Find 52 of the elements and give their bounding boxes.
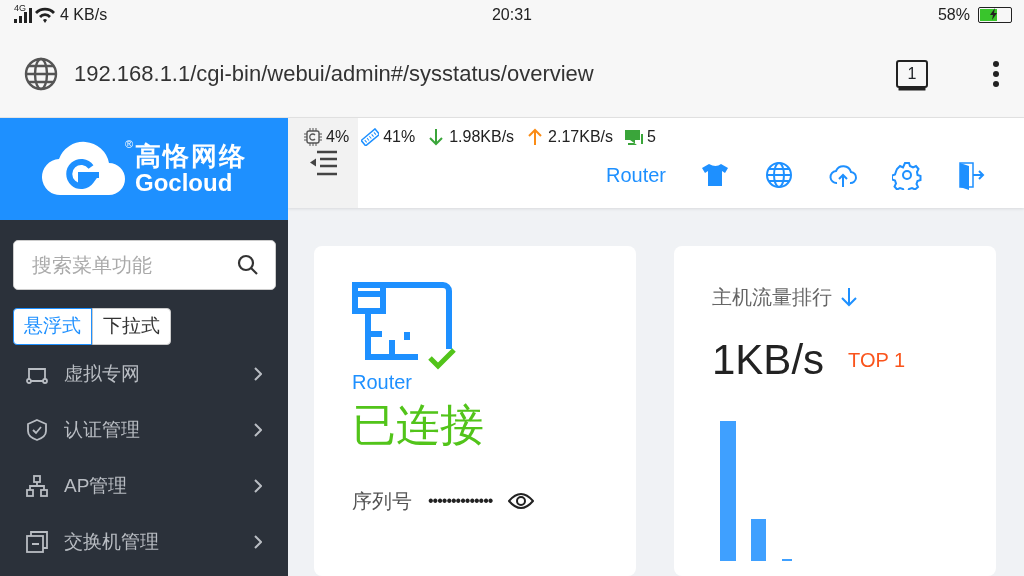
stat-value: 2.17KB/s [548, 127, 614, 147]
brand-name: Gocloud [135, 170, 234, 197]
chevron-right-icon [254, 535, 262, 549]
rank-label: TOP 1 [848, 347, 906, 373]
search-bar[interactable]: 搜索菜单功能 [13, 240, 276, 290]
menu-style-tab[interactable]: 下拉式 [92, 308, 171, 345]
stat-value: 4% [326, 127, 350, 147]
serial-label: 序列号 [352, 489, 412, 514]
traffic-value: 1KB/s [712, 335, 825, 385]
more-menu-icon[interactable] [992, 60, 1000, 87]
eye-icon[interactable] [508, 492, 535, 510]
serial-value: •••••••••••••• [428, 491, 493, 511]
menu-collapse-icon[interactable] [308, 150, 338, 176]
shield-check-icon [26, 419, 48, 441]
device-type: Router [352, 372, 414, 392]
registered-mark: ® [125, 136, 134, 152]
wifi-icon [34, 6, 56, 24]
clock: 20:31 [491, 5, 532, 25]
connection-status: 已连接 [352, 399, 485, 451]
down-arrow-icon[interactable] [840, 287, 858, 307]
exit-door-icon[interactable] [956, 160, 986, 190]
cpu-chip-icon [304, 128, 322, 146]
battery-percent: 58% [937, 5, 970, 25]
card-title: 主机流量排行 [712, 285, 832, 310]
cellular-signal-icon [12, 6, 34, 24]
globe-icon[interactable] [764, 160, 794, 190]
search-icon[interactable] [237, 254, 259, 276]
network-speed: 4 KB/s [60, 5, 108, 25]
sidebar-item[interactable]: 虚拟专网 [0, 346, 288, 402]
memory-stick-icon [361, 128, 380, 146]
sidebar-item[interactable]: 交换机管理 [0, 514, 288, 570]
switch-box-icon [26, 531, 48, 553]
battery-icon [978, 7, 1012, 23]
monitor-icon [625, 128, 644, 146]
chevron-right-icon [254, 479, 262, 493]
stat-value: 41% [383, 127, 416, 147]
settings-icon[interactable] [892, 160, 922, 190]
brand-name: 高恪网络 [135, 141, 247, 171]
stat-value: 1.98KB/s [449, 127, 515, 147]
url-field[interactable]: 192.168.1.1/cgi-bin/webui/admin#/sysstatus/overview [74, 57, 880, 90]
stat-value: 5 [647, 127, 656, 147]
mode-label: Router [605, 163, 666, 188]
tab-count-button[interactable]: 1 [896, 59, 928, 88]
cloud-logo-icon [41, 141, 127, 197]
hierarchy-icon [26, 475, 48, 497]
chevron-right-icon [254, 423, 262, 437]
sidebar-item[interactable]: AP管理 [0, 458, 288, 514]
network-type: 4G [14, 2, 27, 16]
down-arrow-icon [427, 128, 446, 146]
chevron-right-icon [254, 367, 262, 381]
sidebar-item[interactable]: 认证管理 [0, 402, 288, 458]
globe-icon [24, 56, 58, 91]
